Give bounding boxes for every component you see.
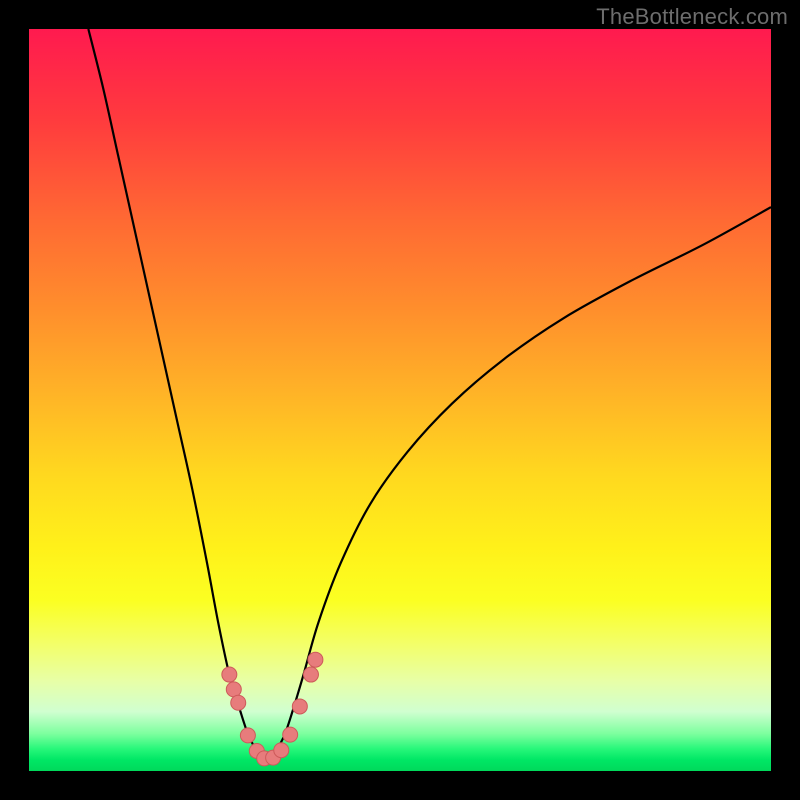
watermark-text: TheBottleneck.com [596,4,788,30]
curve-marker [231,695,246,710]
curve-marker [226,682,241,697]
curve-marker [240,728,255,743]
curve-marker [303,667,318,682]
curve-marker [274,743,289,758]
bottleneck-curve [29,29,771,771]
curve-marker [308,652,323,667]
curve-marker [292,699,307,714]
plot-area [29,29,771,771]
curve-marker [283,727,298,742]
chart-frame: TheBottleneck.com [0,0,800,800]
curve-markers [222,652,323,766]
curve-path [88,29,771,761]
curve-marker [222,667,237,682]
